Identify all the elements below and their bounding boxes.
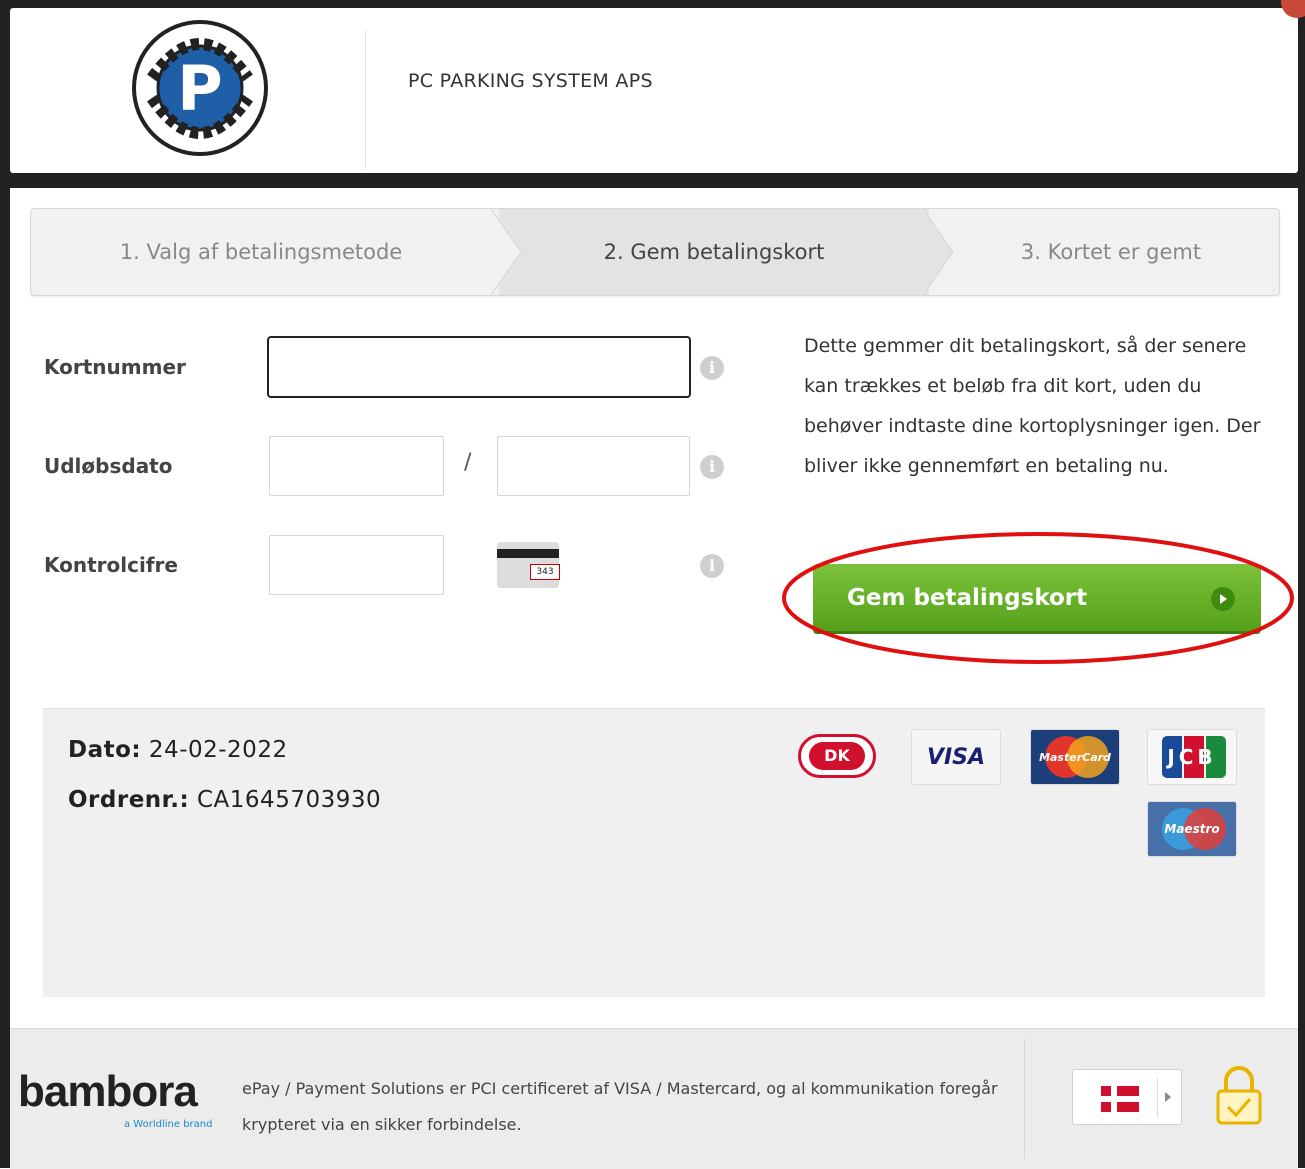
order-number-label: Ordrenr.: [68, 787, 190, 813]
jcb-logo: JCB [1147, 729, 1237, 785]
payment-content: 1. Valg af betalingsmetode 2. Gem betali… [10, 188, 1298, 1168]
save-card-button[interactable]: Gem betalingskort [813, 564, 1261, 634]
expiry-info-icon[interactable]: i [700, 455, 724, 479]
bambora-tagline: a Worldline brand [124, 1119, 213, 1130]
maestro-text: Maestro [1164, 822, 1220, 836]
card-number-label: Kortnummer [44, 355, 186, 379]
merchant-header: P PC PARKING SYSTEM APS [10, 8, 1298, 173]
caret-right-icon [1165, 1092, 1171, 1102]
expiry-month-input[interactable] [269, 436, 444, 496]
mastercard-text: MasterCard [1039, 750, 1111, 764]
expiry-separator: / [464, 450, 472, 475]
expiry-year-input[interactable] [497, 436, 690, 496]
order-date: Dato: 24-02-2022 [68, 737, 288, 763]
order-date-label: Dato: [68, 737, 142, 763]
order-number-value: CA1645703930 [197, 787, 382, 813]
language-selector-separator [1157, 1078, 1158, 1118]
dankort-logo: DK [795, 729, 879, 783]
cvc-input[interactable] [269, 535, 444, 595]
merchant-name: PC PARKING SYSTEM APS [408, 70, 653, 92]
header-divider [365, 30, 366, 170]
save-card-button-label: Gem betalingskort [847, 585, 1088, 611]
footer-divider [1024, 1039, 1025, 1159]
dankort-text: DK [809, 742, 865, 770]
order-number: Ordrenr.: CA1645703930 [68, 787, 381, 813]
save-card-description: Dette gemmer dit betalingskort, så der s… [804, 335, 1261, 477]
checkout-steps: 1. Valg af betalingsmetode 2. Gem betali… [30, 208, 1280, 296]
svg-text:P: P [177, 52, 222, 125]
language-selector[interactable] [1072, 1069, 1182, 1125]
security-notice: ePay / Payment Solutions er PCI certific… [242, 1079, 998, 1134]
order-date-value: 24-02-2022 [148, 737, 288, 763]
maestro-logo: Maestro [1147, 801, 1237, 857]
bambora-logo: bambora [18, 1067, 198, 1116]
visa-logo: VISA [911, 729, 1001, 785]
step-3-card-saved: 3. Kortet er gemt [1020, 240, 1202, 264]
cvc-label: Kontrolcifre [44, 553, 178, 577]
card-number-info-icon[interactable]: i [700, 356, 724, 380]
mastercard-logo: MasterCard [1030, 729, 1120, 785]
cvc-card-icon: 343 [497, 542, 560, 588]
expiry-label: Udløbsdato [44, 454, 173, 478]
step-2-save-card: 2. Gem betalingskort [603, 240, 825, 264]
jcb-text: JCB [1167, 745, 1217, 769]
step-1-method: 1. Valg af betalingsmetode [119, 240, 403, 264]
cvc-example-code: 343 [530, 564, 560, 580]
order-summary: Dato: 24-02-2022 Ordrenr.: CA1645703930 … [43, 708, 1265, 997]
card-stripe [497, 549, 559, 558]
secure-lock-icon [1216, 1066, 1262, 1125]
footer: bambora a Worldline brand ePay / Payment… [10, 1028, 1298, 1169]
card-number-input[interactable] [267, 336, 691, 398]
play-arrow-icon [1211, 587, 1235, 611]
cvc-info-icon[interactable]: i [700, 554, 724, 578]
parking-service-logo: P [132, 20, 268, 156]
step-chevron-2 [923, 209, 954, 295]
payment-window: P PC PARKING SYSTEM APS 1. Valg af betal… [0, 0, 1305, 1169]
danish-flag-icon [1101, 1086, 1139, 1112]
